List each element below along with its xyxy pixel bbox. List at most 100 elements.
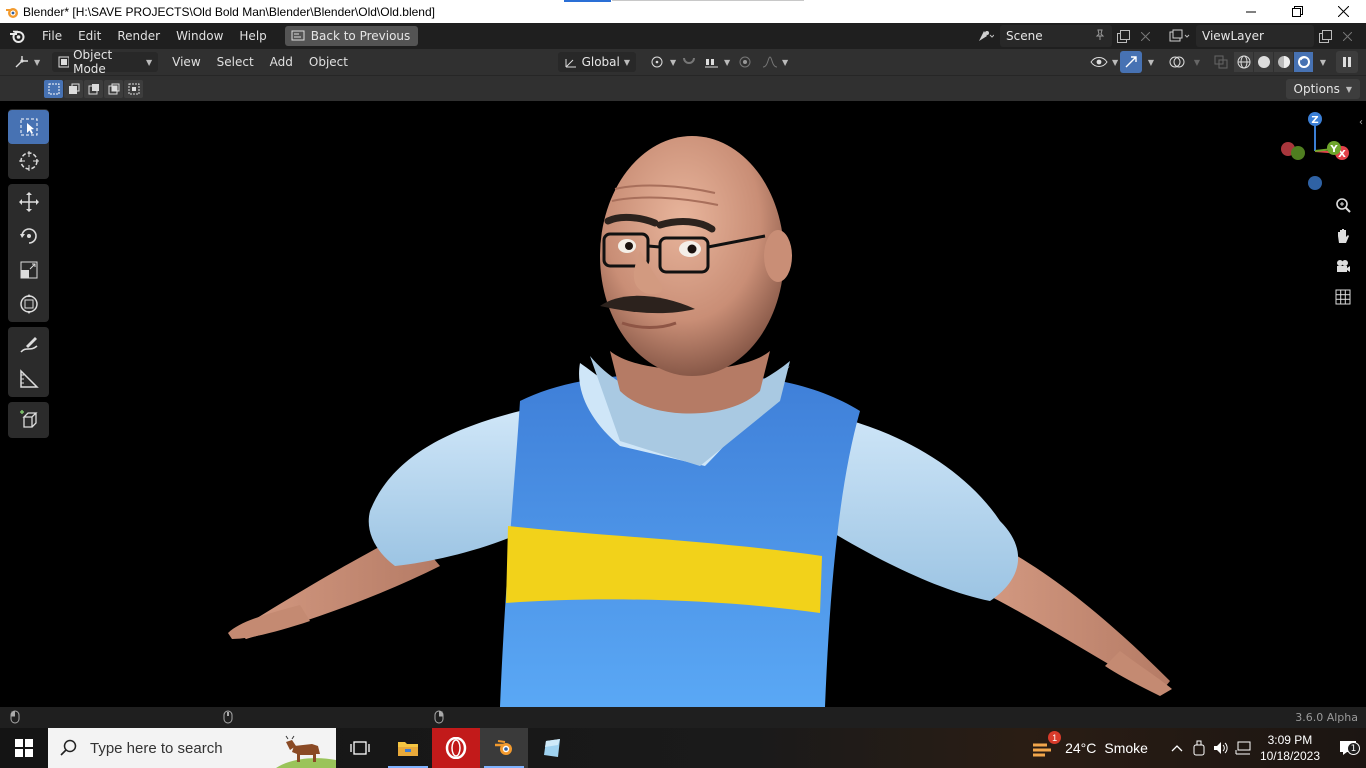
perspective-toggle-button[interactable] (1330, 284, 1356, 310)
overlays-dropdown[interactable]: ▼ (1186, 51, 1208, 73)
volume-icon[interactable] (1210, 737, 1232, 759)
pan-button[interactable] (1330, 223, 1356, 249)
gizmo-dropdown[interactable]: ▼ (1140, 51, 1162, 73)
navigation-gizmo[interactable]: Z X Y (1278, 109, 1358, 199)
show-hidden-icons-button[interactable] (1166, 737, 1188, 759)
falloff-dropdown[interactable]: ▼ (756, 52, 794, 72)
overlays-toggle[interactable] (1166, 51, 1188, 73)
snap-toggle[interactable] (678, 51, 700, 73)
select-intersect-icon (128, 83, 139, 95)
usb-device-icon[interactable] (1188, 737, 1210, 759)
taskbar-app-generic[interactable] (528, 728, 576, 768)
chevron-down-icon: ▼ (1112, 57, 1119, 67)
glasses-bridge (647, 244, 661, 249)
pivot-point-dropdown[interactable]: ▼ (642, 52, 682, 72)
new-scene-button[interactable] (1112, 25, 1134, 47)
scene-name-field[interactable]: Scene (1000, 25, 1112, 47)
system-tray: 1 24°C Smoke 3:09 PM 10/18/2023 1 (1031, 728, 1366, 768)
3d-viewport[interactable]: Z X Y ‹ (0, 101, 1366, 707)
duplicate-icon (1116, 29, 1130, 43)
shading-wireframe-button[interactable] (1234, 52, 1253, 72)
minimize-button[interactable] (1228, 0, 1274, 23)
add-cube-icon (19, 410, 38, 428)
scene-browse-button[interactable] (970, 25, 1000, 47)
shading-rendered-button[interactable] (1294, 52, 1313, 72)
select-mode-extend-button[interactable] (64, 80, 83, 98)
viewlayer-browse-button[interactable] (1164, 25, 1196, 47)
tool-scale[interactable] (8, 253, 49, 287)
titlebar-accent-secondary (612, 0, 804, 1)
restore-button[interactable] (1274, 0, 1320, 23)
shading-solid-button[interactable] (1254, 52, 1273, 72)
tool-measure[interactable] (8, 362, 49, 396)
shading-dropdown[interactable]: ▼ (1312, 51, 1334, 73)
tool-move[interactable] (8, 185, 49, 219)
viewlayer-name: ViewLayer (1202, 29, 1264, 43)
notification-center-button[interactable]: 1 (1330, 737, 1366, 759)
window-title: Blender* [H:\SAVE PROJECTS\Old Bold Man\… (23, 4, 435, 19)
pin-icon[interactable] (1094, 29, 1106, 44)
select-mode-difference-button[interactable] (104, 80, 123, 98)
close-button[interactable] (1320, 0, 1366, 23)
blender-version: 3.6.0 Alpha (1295, 711, 1358, 724)
tool-transform[interactable] (8, 287, 49, 321)
network-icon[interactable] (1232, 737, 1254, 759)
editor-type-dropdown[interactable]: ▼ (8, 52, 46, 72)
tool-annotate[interactable] (8, 328, 49, 362)
taskbar-clock[interactable]: 3:09 PM 10/18/2023 (1260, 732, 1320, 764)
taskbar-search-box[interactable]: Type here to search (48, 728, 336, 768)
menu-render[interactable]: Render (109, 25, 168, 47)
tool-select-box[interactable] (8, 110, 49, 144)
menu-help[interactable]: Help (231, 25, 274, 47)
neg-z-axis-handle[interactable] (1308, 176, 1322, 190)
tool-add-cube[interactable] (8, 403, 49, 437)
taskbar-file-explorer[interactable] (384, 728, 432, 768)
viewlayer-name-field[interactable]: ViewLayer (1196, 25, 1314, 47)
mode-dropdown[interactable]: Object Mode ▼ (52, 48, 159, 76)
tool-cursor[interactable] (8, 144, 49, 178)
select-mode-set-button[interactable] (44, 80, 63, 98)
header-menu-select[interactable]: Select (209, 51, 262, 73)
weather-badge: 1 (1048, 731, 1062, 744)
grid-icon (1335, 289, 1351, 305)
top-menubar: File Edit Render Window Help Back to Pre… (0, 23, 1366, 49)
mouse-right-icon (434, 710, 444, 727)
left-pupil (625, 242, 633, 250)
pivot-icon (651, 56, 663, 68)
gizmo-toggle[interactable] (1120, 51, 1142, 73)
options-dropdown[interactable]: Options ▼ (1285, 79, 1360, 99)
back-to-previous-button[interactable]: Back to Previous (284, 26, 419, 46)
shading-material-button[interactable] (1274, 52, 1293, 72)
select-mode-subtract-button[interactable] (84, 80, 103, 98)
blender-logo-icon[interactable] (0, 23, 34, 49)
taskbar-opera[interactable] (432, 728, 480, 768)
transform-orientation-dropdown[interactable]: Global ▼ (558, 52, 636, 72)
delete-viewlayer-button[interactable] (1336, 25, 1358, 47)
weather-widget[interactable]: 1 24°C Smoke (1031, 731, 1148, 759)
select-mode-intersect-button[interactable] (124, 80, 143, 98)
proportional-edit-toggle[interactable] (734, 51, 756, 73)
character-render (228, 136, 1172, 707)
start-button[interactable] (0, 728, 48, 768)
tool-rotate[interactable] (8, 219, 49, 253)
xray-icon (1214, 55, 1228, 69)
header-menu-add[interactable]: Add (262, 51, 301, 73)
visibility-dropdown[interactable]: ▼ (1084, 52, 1124, 72)
camera-view-button[interactable] (1330, 254, 1356, 280)
new-viewlayer-button[interactable] (1314, 25, 1336, 47)
menu-window[interactable]: Window (168, 25, 231, 47)
zoom-button[interactable] (1330, 192, 1356, 218)
xray-toggle[interactable] (1210, 51, 1232, 73)
taskbar-blender[interactable] (480, 728, 528, 768)
menu-file[interactable]: File (34, 25, 70, 47)
sidebar-toggle-icon[interactable]: ‹ (1359, 117, 1363, 128)
header-menu-view[interactable]: View (164, 51, 208, 73)
task-view-button[interactable] (336, 728, 384, 768)
menu-edit[interactable]: Edit (70, 25, 109, 47)
delete-scene-button[interactable] (1134, 25, 1156, 47)
pause-icon (1343, 57, 1351, 67)
pause-render-button[interactable] (1336, 51, 1358, 73)
header-menu-object[interactable]: Object (301, 51, 356, 73)
neg-y-axis-handle[interactable] (1291, 146, 1305, 160)
snap-target-dropdown[interactable]: ▼ (698, 52, 736, 72)
